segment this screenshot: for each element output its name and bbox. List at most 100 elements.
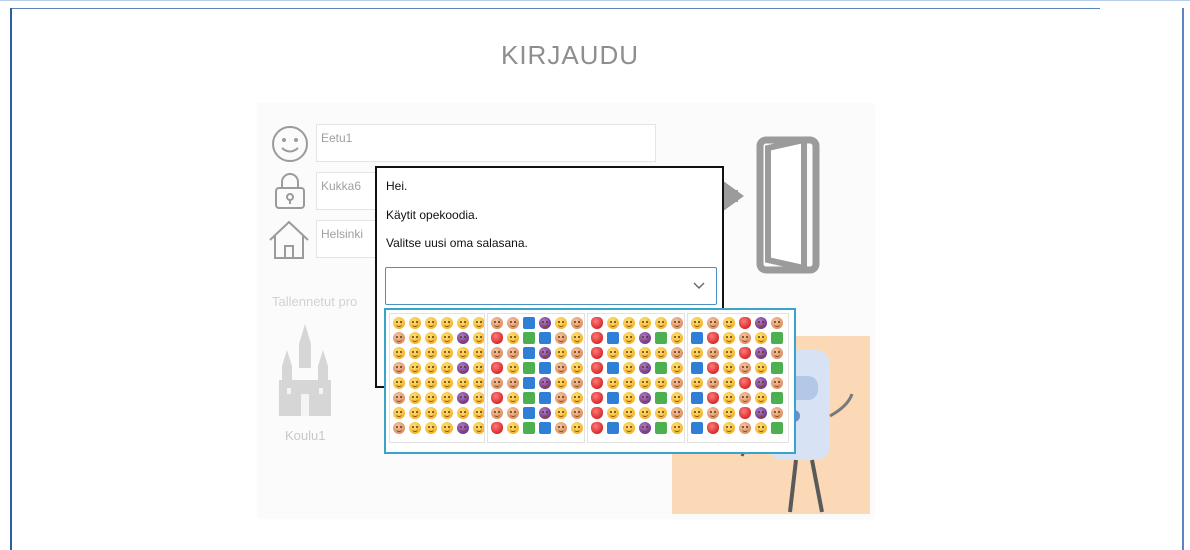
emoji-option[interactable] xyxy=(623,392,635,404)
door-icon[interactable] xyxy=(712,132,822,276)
emoji-option[interactable] xyxy=(425,347,437,359)
emoji-option[interactable] xyxy=(393,332,405,344)
emoji-option[interactable] xyxy=(591,362,603,374)
emoji-option[interactable] xyxy=(755,422,767,434)
emoji-option[interactable] xyxy=(691,317,703,329)
emoji-option[interactable] xyxy=(393,407,405,419)
emoji-option[interactable] xyxy=(441,377,453,389)
emoji-option[interactable] xyxy=(591,422,603,434)
emoji-option[interactable] xyxy=(623,347,635,359)
emoji-option[interactable] xyxy=(425,392,437,404)
emoji-option[interactable] xyxy=(571,317,583,329)
emoji-option[interactable] xyxy=(755,377,767,389)
emoji-option[interactable] xyxy=(555,347,567,359)
emoji-option[interactable] xyxy=(739,362,751,374)
emoji-option[interactable] xyxy=(691,362,703,374)
emoji-option[interactable] xyxy=(491,407,503,419)
emoji-option[interactable] xyxy=(691,377,703,389)
emoji-option[interactable] xyxy=(393,317,405,329)
emoji-option[interactable] xyxy=(441,362,453,374)
emoji-option[interactable] xyxy=(571,332,583,344)
emoji-option[interactable] xyxy=(523,347,535,359)
emoji-option[interactable] xyxy=(425,362,437,374)
emoji-option[interactable] xyxy=(571,392,583,404)
emoji-option[interactable] xyxy=(591,392,603,404)
emoji-option[interactable] xyxy=(393,377,405,389)
emoji-option[interactable] xyxy=(607,422,619,434)
emoji-option[interactable] xyxy=(393,422,405,434)
emoji-option[interactable] xyxy=(491,347,503,359)
emoji-option[interactable] xyxy=(473,407,484,419)
emoji-option[interactable] xyxy=(393,347,405,359)
emoji-option[interactable] xyxy=(639,347,651,359)
emoji-option[interactable] xyxy=(441,422,453,434)
emoji-option[interactable] xyxy=(507,317,519,329)
emoji-option[interactable] xyxy=(723,377,735,389)
emoji-option[interactable] xyxy=(671,392,683,404)
emoji-option[interactable] xyxy=(739,347,751,359)
emoji-option[interactable] xyxy=(723,362,735,374)
emoji-option[interactable] xyxy=(739,407,751,419)
emoji-panel-people-objects[interactable] xyxy=(488,314,584,442)
emoji-option[interactable] xyxy=(671,407,683,419)
emoji-option[interactable] xyxy=(409,377,421,389)
emoji-option[interactable] xyxy=(555,332,567,344)
emoji-option[interactable] xyxy=(555,407,567,419)
emoji-option[interactable] xyxy=(755,392,767,404)
emoji-option[interactable] xyxy=(639,377,651,389)
emoji-option[interactable] xyxy=(523,362,535,374)
emoji-option[interactable] xyxy=(623,362,635,374)
emoji-option[interactable] xyxy=(441,407,453,419)
emoji-option[interactable] xyxy=(539,347,551,359)
emoji-option[interactable] xyxy=(639,362,651,374)
emoji-option[interactable] xyxy=(671,362,683,374)
emoji-option[interactable] xyxy=(723,407,735,419)
password-emoji-select[interactable] xyxy=(385,267,717,305)
emoji-option[interactable] xyxy=(425,377,437,389)
emoji-option[interactable] xyxy=(655,332,667,344)
emoji-option[interactable] xyxy=(473,347,484,359)
emoji-option[interactable] xyxy=(571,407,583,419)
emoji-option[interactable] xyxy=(755,362,767,374)
emoji-option[interactable] xyxy=(771,332,783,344)
emoji-option[interactable] xyxy=(607,362,619,374)
castle-icon[interactable] xyxy=(275,322,335,418)
emoji-option[interactable] xyxy=(591,332,603,344)
emoji-option[interactable] xyxy=(507,422,519,434)
emoji-option[interactable] xyxy=(523,407,535,419)
emoji-option[interactable] xyxy=(755,347,767,359)
emoji-panel-gestures-misc[interactable] xyxy=(688,314,788,442)
emoji-option[interactable] xyxy=(457,332,469,344)
emoji-option[interactable] xyxy=(771,362,783,374)
emoji-option[interactable] xyxy=(507,407,519,419)
emoji-option[interactable] xyxy=(507,362,519,374)
emoji-option[interactable] xyxy=(655,347,667,359)
emoji-option[interactable] xyxy=(555,317,567,329)
emoji-option[interactable] xyxy=(655,407,667,419)
emoji-option[interactable] xyxy=(425,332,437,344)
emoji-option[interactable] xyxy=(607,332,619,344)
emoji-option[interactable] xyxy=(739,332,751,344)
emoji-option[interactable] xyxy=(457,317,469,329)
emoji-option[interactable] xyxy=(555,362,567,374)
emoji-option[interactable] xyxy=(393,362,405,374)
emoji-option[interactable] xyxy=(771,422,783,434)
emoji-option[interactable] xyxy=(607,317,619,329)
emoji-panel-faces[interactable] xyxy=(390,314,484,442)
emoji-option[interactable] xyxy=(607,407,619,419)
emoji-option[interactable] xyxy=(457,377,469,389)
emoji-option[interactable] xyxy=(655,377,667,389)
emoji-option[interactable] xyxy=(607,392,619,404)
emoji-option[interactable] xyxy=(555,422,567,434)
emoji-option[interactable] xyxy=(409,362,421,374)
emoji-option[interactable] xyxy=(691,332,703,344)
emoji-option[interactable] xyxy=(723,332,735,344)
emoji-option[interactable] xyxy=(655,362,667,374)
emoji-option[interactable] xyxy=(639,392,651,404)
emoji-option[interactable] xyxy=(555,377,567,389)
emoji-option[interactable] xyxy=(739,422,751,434)
emoji-option[interactable] xyxy=(671,332,683,344)
emoji-panel-symbols-hearts[interactable] xyxy=(588,314,684,442)
emoji-option[interactable] xyxy=(623,377,635,389)
emoji-option[interactable] xyxy=(539,362,551,374)
